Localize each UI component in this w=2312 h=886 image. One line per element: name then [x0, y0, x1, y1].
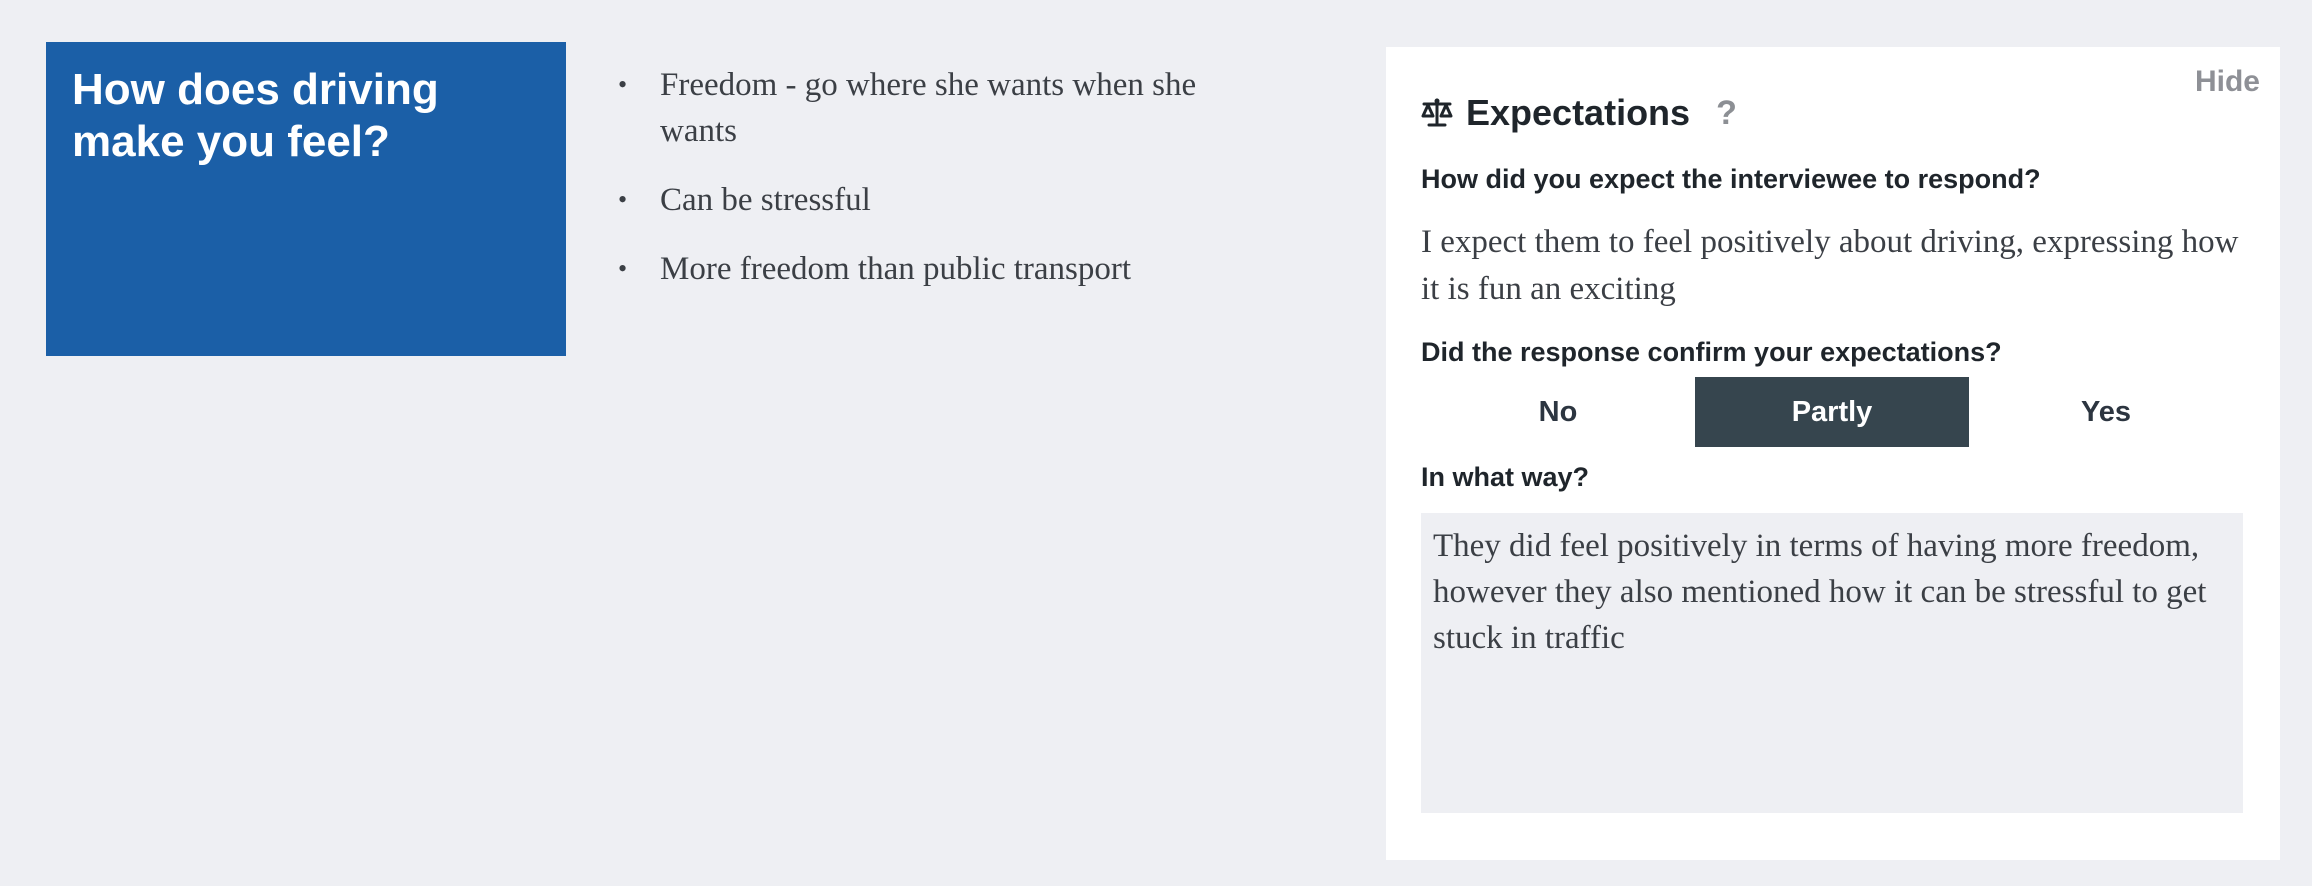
- note-item: • Freedom - go where she wants when she …: [612, 62, 1232, 154]
- note-item: • Can be stressful: [612, 177, 1232, 223]
- hide-button[interactable]: Hide: [2195, 65, 2260, 99]
- bullet-icon: •: [618, 254, 628, 283]
- expect-question-label: How did you expect the interviewee to re…: [1421, 164, 2041, 194]
- option-partly-button[interactable]: Partly: [1695, 377, 1969, 447]
- confirm-question-label: Did the response confirm your expectatio…: [1421, 337, 2002, 367]
- confirm-segmented-control: No Partly Yes: [1421, 377, 2243, 447]
- way-question-label: In what way?: [1421, 462, 1590, 492]
- way-answer-textarea[interactable]: They did feel positively in terms of hav…: [1421, 513, 2243, 813]
- note-text: Can be stressful: [660, 182, 871, 218]
- bullet-icon: •: [618, 70, 628, 99]
- panel-title: Expectations: [1466, 92, 1691, 133]
- scales-icon: [1421, 98, 1453, 127]
- expect-answer-text: I expect them to feel positively about d…: [1421, 224, 2239, 307]
- bullet-icon: •: [618, 185, 628, 214]
- question-card: How does driving make you feel?: [46, 42, 566, 356]
- note-text: Freedom - go where she wants when she wa…: [660, 67, 1197, 149]
- note-text: More freedom than public transport: [660, 251, 1132, 287]
- panel-header: Expectations ?: [1420, 91, 1737, 135]
- expectations-panel: Hide Expectations ? How did you expect t…: [1386, 47, 2280, 860]
- help-icon[interactable]: ?: [1716, 91, 1737, 135]
- question-title: How does driving make you feel?: [72, 65, 439, 166]
- note-item: • More freedom than public transport: [612, 246, 1232, 292]
- notes-list: • Freedom - go where she wants when she …: [612, 62, 1232, 315]
- option-yes-button[interactable]: Yes: [1969, 377, 2243, 447]
- option-no-button[interactable]: No: [1421, 377, 1695, 447]
